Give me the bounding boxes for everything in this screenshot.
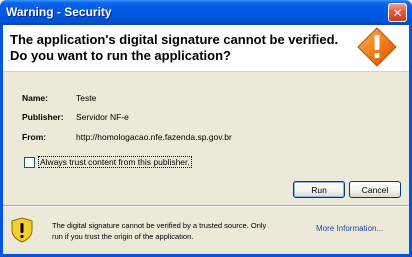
- dialog-body: The application's digital signature cann…: [3, 25, 409, 254]
- publisher-value: Servidor NF-e: [76, 112, 129, 122]
- footer-message-line-1: The digital signature cannot be verified…: [52, 221, 267, 230]
- close-button[interactable]: ✕: [388, 3, 407, 22]
- checkbox-box[interactable]: [24, 156, 35, 168]
- headline-line-2: Do you want to run the application?: [10, 48, 231, 63]
- more-information-link[interactable]: More Information...: [316, 224, 383, 233]
- from-label: From:: [22, 132, 47, 142]
- name-value: Teste: [76, 93, 97, 103]
- always-trust-label[interactable]: Always trust content from this publisher…: [38, 156, 192, 168]
- warning-icon: [357, 27, 397, 67]
- footer-message-line-2: run if you trust the origin of the appli…: [52, 232, 194, 241]
- window-title: Warning - Security: [6, 5, 112, 19]
- dialog-header: The application's digital signature cann…: [3, 25, 409, 72]
- close-icon: ✕: [392, 5, 403, 20]
- publisher-label: Publisher:: [22, 112, 64, 122]
- always-trust-checkbox[interactable]: Always trust content from this publisher…: [24, 156, 192, 168]
- footer-info: The digital signature cannot be verified…: [3, 207, 409, 254]
- shield-warning-icon: [11, 217, 33, 243]
- security-warning-dialog: Warning - Security ✕ The application's d…: [0, 0, 412, 257]
- headline-line-1: The application's digital signature cann…: [10, 32, 339, 47]
- cancel-button[interactable]: Cancel: [349, 181, 401, 198]
- run-button[interactable]: Run: [293, 181, 345, 198]
- headline: The application's digital signature cann…: [10, 32, 350, 64]
- footer-message: The digital signature cannot be verified…: [52, 220, 304, 242]
- name-label: Name:: [22, 93, 48, 103]
- from-value: http://homologacao.nfe.fazenda.sp.gov.br: [76, 132, 232, 142]
- title-bar[interactable]: Warning - Security ✕: [0, 0, 412, 25]
